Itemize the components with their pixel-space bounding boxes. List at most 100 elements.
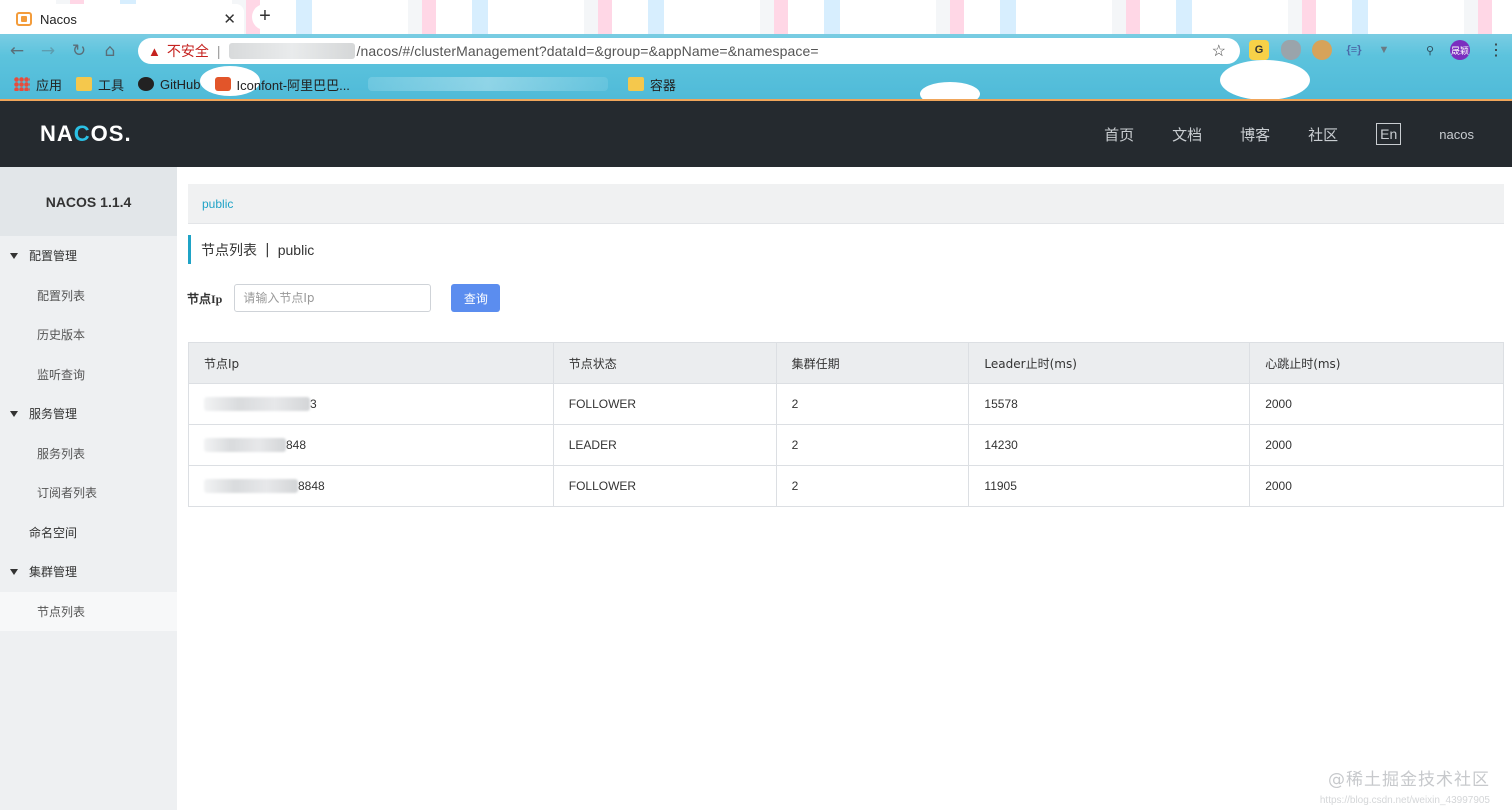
search-form: 节点Ip 查询: [187, 284, 501, 312]
folder-icon: [76, 77, 93, 91]
ip-suffix: 8848: [298, 478, 325, 493]
sidebar-item-namespace[interactable]: 命名空间: [0, 513, 177, 553]
json-extension-icon[interactable]: {≡}: [1344, 40, 1364, 60]
logo-text: OS.: [90, 121, 132, 146]
apps-grid-icon: [14, 77, 30, 91]
cell-heartbeat-due: 2000: [1249, 383, 1504, 425]
back-arrow-icon[interactable]: ←: [3, 37, 31, 65]
nav-blog[interactable]: 博客: [1240, 124, 1270, 145]
table-row: 3 FOLLOWER 2 15578 2000: [188, 383, 1504, 425]
menu-group-label: 配置管理: [29, 249, 78, 264]
breadcrumb-namespace[interactable]: public: [202, 197, 233, 211]
sidebar-item-node-list[interactable]: 节点列表: [0, 591, 177, 631]
node-table: 节点Ip 节点状态 集群任期 Leader止时(ms) 心跳止时(ms) 3 F…: [188, 342, 1504, 507]
nav-community[interactable]: 社区: [1308, 124, 1338, 145]
bookmarks-bar: 应用 工具 GitHub Iconfont-阿里巴巴... 容器: [0, 70, 1512, 98]
app-header: NACOS. 首页 文档 博客 社区 En nacos: [0, 101, 1512, 167]
redacted-bookmark: [367, 77, 608, 91]
menu-group-cluster[interactable]: 集群管理: [0, 552, 177, 592]
menu-group-label: 集群管理: [29, 565, 78, 580]
nav-home[interactable]: 首页: [1104, 124, 1134, 145]
iconfont-icon: [214, 77, 231, 91]
sidebar-title: NACOS 1.1.4: [0, 167, 177, 236]
vue-extension-icon[interactable]: ▼: [1374, 40, 1394, 60]
sidebar-item-history[interactable]: 历史版本: [0, 315, 177, 355]
menu-kebab-icon[interactable]: ⋮: [1486, 40, 1506, 60]
warning-triangle-icon: ▲: [148, 43, 161, 59]
profile-avatar[interactable]: 晟颖: [1450, 40, 1470, 60]
github-icon: [138, 77, 155, 91]
col-header-node-ip: 节点Ip: [188, 342, 554, 384]
watermark: @稀土掘金技术社区: [1328, 770, 1490, 790]
title-separator: |: [265, 241, 270, 258]
col-header-term: 集群任期: [775, 342, 970, 384]
address-bar[interactable]: ▲ 不安全 | /nacos/#/clusterManagement?dataI…: [138, 38, 1240, 64]
address-separator: |: [216, 43, 221, 59]
shield-extension-icon[interactable]: [1281, 40, 1301, 60]
bookmark-apps[interactable]: 应用: [14, 75, 62, 94]
folder-icon: [627, 77, 644, 91]
security-label[interactable]: 不安全: [167, 41, 209, 61]
nacos-logo[interactable]: NACOS.: [40, 121, 132, 147]
nav-docs[interactable]: 文档: [1172, 124, 1202, 145]
col-header-heartbeat-due: 心跳止时(ms): [1249, 342, 1504, 384]
reload-icon[interactable]: ↻: [65, 37, 93, 65]
bookmark-containers[interactable]: 容器: [627, 75, 676, 94]
bookmark-iconfont[interactable]: Iconfont-阿里巴巴...: [214, 75, 350, 94]
watermark-url: https://blog.csdn.net/weixin_43997905: [1319, 795, 1490, 806]
caret-down-icon: [10, 252, 18, 259]
ip-suffix: 3: [310, 396, 317, 411]
bookmark-tools[interactable]: 工具: [76, 75, 124, 94]
page-title-namespace: public: [277, 241, 315, 258]
cell-term: 2: [775, 424, 970, 466]
query-button[interactable]: 查询: [451, 284, 501, 312]
col-header-leader-due: Leader止时(ms): [968, 342, 1251, 384]
breadcrumb: public: [188, 184, 1504, 224]
bookmark-redacted[interactable]: [367, 77, 614, 91]
header-nav: 首页 文档 博客 社区 En nacos: [1104, 101, 1512, 167]
browser-tab[interactable]: Nacos ✕: [8, 4, 244, 34]
language-toggle[interactable]: En: [1376, 123, 1402, 145]
cell-node-ip: 3: [188, 383, 554, 425]
cookie-extension-icon[interactable]: [1312, 40, 1332, 60]
cell-status: LEADER: [552, 424, 777, 466]
logo-text-accent: C: [73, 121, 91, 146]
home-icon[interactable]: ⌂: [96, 37, 124, 65]
forward-arrow-icon[interactable]: →: [34, 37, 62, 65]
bookmark-label: 容器: [649, 77, 676, 93]
menu-group-label: 服务管理: [29, 407, 78, 422]
table-row: 8848 FOLLOWER 2 11905 2000: [188, 465, 1504, 507]
cell-node-ip: 848: [188, 424, 554, 466]
page-title-text: 节点列表: [201, 242, 257, 259]
sidebar-item-subscribers[interactable]: 订阅者列表: [0, 473, 177, 513]
bookmark-star-icon[interactable]: ☆: [1212, 41, 1226, 61]
extension-g-icon[interactable]: G: [1249, 40, 1269, 60]
new-tab-button[interactable]: +: [252, 4, 278, 30]
page-title: 节点列表 | public: [188, 235, 314, 264]
user-name[interactable]: nacos: [1439, 127, 1474, 142]
caret-down-icon: [10, 410, 18, 417]
url-text[interactable]: /nacos/#/clusterManagement?dataId=&group…: [357, 43, 819, 59]
tab-title: Nacos: [40, 11, 77, 27]
logo-text: NA: [40, 121, 74, 146]
sidebar-item-listener[interactable]: 监听查询: [0, 355, 177, 395]
ip-suffix: 848: [286, 437, 307, 452]
cell-term: 2: [775, 465, 970, 507]
cell-node-ip: 8848: [188, 465, 554, 507]
cell-status: FOLLOWER: [552, 465, 777, 507]
key-icon[interactable]: ⚲: [1420, 40, 1440, 60]
bookmark-github[interactable]: GitHub: [138, 76, 201, 92]
menu-group-config[interactable]: 配置管理: [0, 236, 177, 276]
cell-heartbeat-due: 2000: [1249, 424, 1504, 466]
cell-status: FOLLOWER: [552, 383, 777, 425]
table-header-row: 节点Ip 节点状态 集群任期 Leader止时(ms) 心跳止时(ms): [188, 342, 1504, 384]
table-row: 848 LEADER 2 14230 2000: [188, 424, 1504, 466]
sidebar-item-service-list[interactable]: 服务列表: [0, 434, 177, 474]
sidebar-item-config-list[interactable]: 配置列表: [0, 276, 177, 316]
node-ip-input[interactable]: [234, 284, 432, 312]
bookmark-label: GitHub: [160, 76, 201, 92]
close-tab-icon[interactable]: ✕: [223, 10, 236, 28]
nacos-favicon-icon: [16, 12, 32, 26]
menu-group-service[interactable]: 服务管理: [0, 394, 177, 434]
bookmark-label: 工具: [98, 77, 125, 93]
